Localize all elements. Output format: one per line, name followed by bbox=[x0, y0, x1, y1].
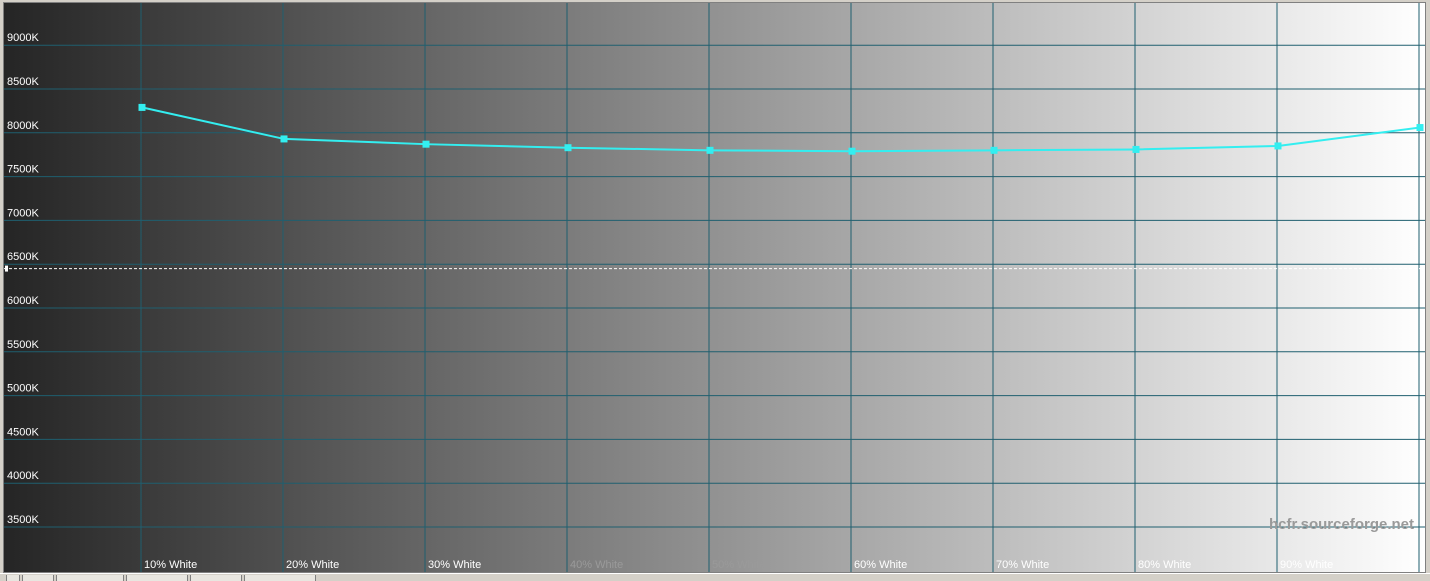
x-tick-label: 40% White bbox=[570, 559, 623, 571]
chart-window: 3500K 4000K 4500K 5000K 5500K 6000K 6500K 7000K… bbox=[0, 0, 1430, 581]
x-tick-label: 50% White bbox=[712, 559, 765, 571]
y-tick-label: 5500K bbox=[7, 339, 39, 351]
x-tick-label: 20% White bbox=[286, 559, 339, 571]
data-point bbox=[138, 103, 146, 111]
y-tick-label: 9000K bbox=[7, 32, 39, 44]
reference-marker bbox=[5, 265, 8, 272]
y-tick-label: 4500K bbox=[7, 426, 39, 438]
color-temperature-chart: 3500K 4000K 4500K 5000K 5500K 6000K 6500K 7000K… bbox=[3, 2, 1426, 573]
y-tick-label: 7000K bbox=[7, 207, 39, 219]
data-point bbox=[990, 146, 998, 154]
plot-background bbox=[4, 3, 1425, 572]
data-point bbox=[706, 146, 714, 154]
y-tick-label: 8500K bbox=[7, 76, 39, 88]
watermark-text: hcfr.sourceforge.net bbox=[1269, 516, 1414, 533]
data-point bbox=[422, 140, 430, 148]
sheet-tab[interactable] bbox=[56, 575, 124, 581]
y-tick-label: 3500K bbox=[7, 514, 39, 526]
x-tick-label: 80% White bbox=[1138, 559, 1191, 571]
sheet-tab[interactable] bbox=[22, 575, 54, 581]
data-point bbox=[1132, 145, 1140, 153]
x-tick-label: 90% White bbox=[1280, 559, 1333, 571]
x-tick-label: 10% White bbox=[144, 559, 197, 571]
y-tick-label: 6500K bbox=[7, 251, 39, 263]
y-tick-label: 8000K bbox=[7, 120, 39, 132]
sheet-tab[interactable] bbox=[6, 575, 20, 581]
data-point bbox=[564, 144, 572, 152]
sheet-tab[interactable] bbox=[126, 575, 188, 581]
y-tick-label: 7500K bbox=[7, 164, 39, 176]
y-tick-label: 6000K bbox=[7, 295, 39, 307]
data-point bbox=[280, 135, 288, 143]
x-tick-label: 70% White bbox=[996, 559, 1049, 571]
y-tick-label: 4000K bbox=[7, 470, 39, 482]
x-tick-label: 60% White bbox=[854, 559, 907, 571]
x-tick-label: 30% White bbox=[428, 559, 481, 571]
data-point bbox=[1416, 124, 1424, 132]
data-point bbox=[848, 147, 856, 155]
sheet-tab[interactable] bbox=[244, 575, 316, 581]
data-point bbox=[1274, 142, 1282, 150]
y-tick-label: 5000K bbox=[7, 383, 39, 395]
sheet-tab[interactable] bbox=[190, 575, 242, 581]
